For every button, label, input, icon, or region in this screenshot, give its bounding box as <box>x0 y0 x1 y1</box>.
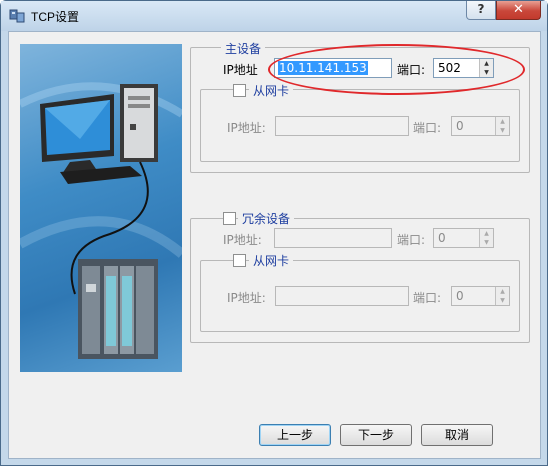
redundant-device-checkbox[interactable] <box>223 212 236 225</box>
prev-step-button[interactable]: 上一步 <box>259 424 331 446</box>
window-title: TCP设置 <box>31 10 80 24</box>
spin-down-icon[interactable]: ▼ <box>496 296 509 305</box>
network-settings-icon <box>9 9 25 23</box>
spin-down-icon[interactable]: ▼ <box>480 238 493 247</box>
primary-nic-ip-input[interactable] <box>275 116 409 136</box>
redundant-nic-port-value: 0 <box>456 289 464 303</box>
spin-down-icon[interactable]: ▼ <box>496 126 509 135</box>
redundant-port-value: 0 <box>438 231 446 245</box>
primary-secondary-nic-checkbox[interactable] <box>233 84 246 97</box>
next-step-button[interactable]: 下一步 <box>340 424 412 446</box>
primary-nic-port-arrows[interactable]: ▲ ▼ <box>495 117 509 135</box>
cancel-button[interactable]: 取消 <box>421 424 493 446</box>
close-button[interactable]: ✕ <box>496 1 541 20</box>
redundant-port-spinner[interactable]: 0 ▲ ▼ <box>433 228 494 248</box>
redundant-nic-port-spinner[interactable]: 0 ▲ ▼ <box>451 286 510 306</box>
redundant-nic-port-label: 端口: <box>413 291 442 305</box>
redundant-secondary-nic-legend: 从网卡 <box>249 252 294 269</box>
help-button[interactable]: ? <box>466 1 496 20</box>
primary-ip-label: IP地址 <box>223 63 258 77</box>
computer-plc-illustration <box>20 44 182 372</box>
title-bar: TCP设置 ? ✕ <box>1 1 547 31</box>
primary-device-legend: 主设备 <box>221 40 266 57</box>
primary-nic-port-value: 0 <box>456 119 464 133</box>
red-highlight-ellipse <box>268 44 525 95</box>
redundant-device-legend: 冗余设备 <box>238 210 295 227</box>
redundant-nic-port-arrows[interactable]: ▲ ▼ <box>495 287 509 305</box>
tcp-settings-window: TCP设置 ? ✕ 主设备 IP地址 10.11.141.153 端口: 502… <box>0 0 548 466</box>
redundant-secondary-nic-checkbox[interactable] <box>233 254 246 267</box>
redundant-port-label: 端口: <box>397 233 426 247</box>
primary-nic-port-spinner[interactable]: 0 ▲ ▼ <box>451 116 510 136</box>
primary-nic-port-label: 端口: <box>413 121 442 135</box>
spin-up-icon[interactable]: ▲ <box>496 287 509 296</box>
primary-nic-ip-label: IP地址: <box>227 121 266 135</box>
spin-up-icon[interactable]: ▲ <box>496 117 509 126</box>
redundant-nic-ip-input[interactable] <box>275 286 409 306</box>
redundant-nic-ip-label: IP地址: <box>227 291 266 305</box>
redundant-port-arrows[interactable]: ▲ ▼ <box>479 229 493 247</box>
primary-secondary-nic-legend: 从网卡 <box>249 82 294 99</box>
spin-up-icon[interactable]: ▲ <box>480 229 493 238</box>
redundant-ip-input[interactable] <box>274 228 392 248</box>
dialog-body: 主设备 IP地址 10.11.141.153 端口: 502 ▲ ▼ 从网卡 I… <box>8 31 541 459</box>
redundant-ip-label: IP地址: <box>223 233 262 247</box>
